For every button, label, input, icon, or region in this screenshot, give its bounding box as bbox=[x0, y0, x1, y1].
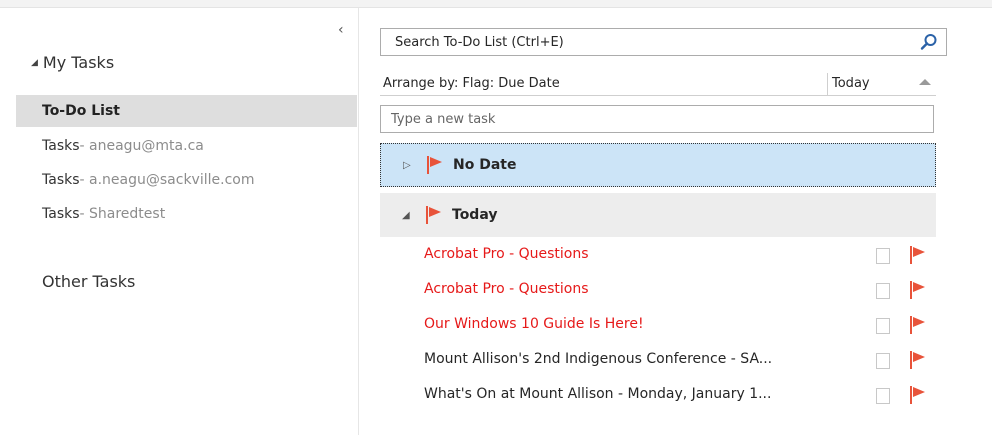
complete-checkbox[interactable] bbox=[876, 248, 890, 264]
flag-icon bbox=[427, 156, 443, 174]
task-subject: What's On at Mount Allison - Monday, Jan… bbox=[424, 386, 772, 402]
new-task-placeholder: Type a new task bbox=[391, 111, 496, 127]
nav-item-label: Tasks bbox=[42, 172, 80, 188]
group-header-today[interactable]: ◢ Today bbox=[380, 193, 936, 237]
complete-checkbox[interactable] bbox=[876, 388, 890, 404]
nav-item-tasks-sharedtest[interactable]: Tasks - Sharedtest bbox=[16, 198, 357, 230]
flag-icon[interactable] bbox=[910, 316, 926, 334]
task-subject: Acrobat Pro - Questions bbox=[424, 281, 589, 297]
group-header-no-date[interactable]: ▷ No Date bbox=[380, 143, 936, 187]
nav-item-label: To-Do List bbox=[42, 103, 120, 119]
expand-triangle-icon[interactable]: ▷ bbox=[403, 160, 417, 171]
task-subject: Mount Allison's 2nd Indigenous Conferenc… bbox=[424, 351, 773, 367]
arrange-by-label[interactable]: Arrange by: Flag: Due Date bbox=[383, 76, 560, 91]
task-subject: Acrobat Pro - Questions bbox=[424, 246, 589, 262]
task-row[interactable]: What's On at Mount Allison - Monday, Jan… bbox=[380, 378, 936, 412]
nav-item-account: - a.neagu@sackville.com bbox=[79, 172, 255, 188]
flag-icon[interactable] bbox=[910, 246, 926, 264]
nav-item-label: Tasks bbox=[42, 138, 80, 154]
search-input[interactable]: Search To-Do List (Ctrl+E) bbox=[380, 28, 947, 56]
task-subject: Our Windows 10 Guide Is Here! bbox=[424, 316, 644, 332]
search-icon[interactable] bbox=[920, 33, 938, 51]
new-task-input[interactable]: Type a new task bbox=[380, 105, 934, 133]
column-divider[interactable] bbox=[827, 73, 828, 95]
flag-icon[interactable] bbox=[910, 386, 926, 404]
nav-item-account: - aneagu@mta.ca bbox=[79, 138, 204, 154]
nav-item-account: - Sharedtest bbox=[79, 206, 166, 222]
flag-icon[interactable] bbox=[910, 281, 926, 299]
arrange-by-header: Arrange by: Flag: Due Date Today bbox=[380, 73, 936, 96]
group-label: Today bbox=[452, 207, 498, 223]
collapse-triangle-icon: ◢ bbox=[31, 57, 38, 68]
flag-icon bbox=[426, 206, 442, 224]
sort-column-today[interactable]: Today bbox=[832, 76, 870, 91]
task-row[interactable]: Mount Allison's 2nd Indigenous Conferenc… bbox=[380, 343, 936, 377]
my-tasks-label: My Tasks bbox=[42, 53, 115, 72]
complete-checkbox[interactable] bbox=[876, 283, 890, 299]
group-label: No Date bbox=[453, 157, 517, 173]
nav-item-tasks-sackville[interactable]: Tasks - a.neagu@sackville.com bbox=[16, 164, 357, 196]
collapse-triangle-icon[interactable]: ◢ bbox=[402, 210, 416, 221]
task-row[interactable]: Acrobat Pro - Questions bbox=[380, 238, 936, 272]
complete-checkbox[interactable] bbox=[876, 353, 890, 369]
complete-checkbox[interactable] bbox=[876, 318, 890, 334]
search-placeholder: Search To-Do List (Ctrl+E) bbox=[395, 34, 564, 50]
sort-ascending-icon[interactable] bbox=[919, 79, 931, 85]
ribbon-edge bbox=[0, 0, 992, 8]
nav-item-label: Tasks bbox=[42, 206, 80, 222]
nav-item-todo-list[interactable]: To-Do List bbox=[16, 95, 357, 127]
flag-icon[interactable] bbox=[910, 351, 926, 369]
task-row[interactable]: Acrobat Pro - Questions bbox=[380, 273, 936, 307]
task-row[interactable]: Our Windows 10 Guide Is Here! bbox=[380, 308, 936, 342]
collapse-pane-button[interactable]: ‹ bbox=[338, 22, 344, 38]
nav-item-tasks-aneagu[interactable]: Tasks - aneagu@mta.ca bbox=[16, 130, 357, 162]
pane-divider bbox=[358, 8, 359, 435]
other-tasks-group[interactable]: Other Tasks bbox=[42, 272, 135, 291]
my-tasks-group[interactable]: ◢ My Tasks bbox=[31, 53, 114, 72]
